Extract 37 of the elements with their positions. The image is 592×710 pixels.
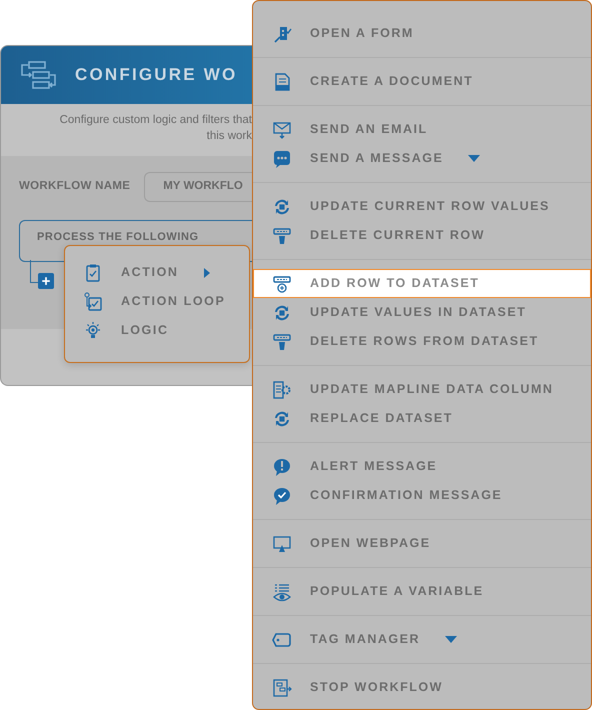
menu-item[interactable]: OPEN A FORM [253,19,591,48]
menu-item[interactable]: ADD ROW TO DATASET [253,269,591,298]
menu-item[interactable]: STOP WORKFLOW [253,673,591,702]
panel-description: Configure custom logic and filters that this work [58,113,252,144]
menu-item[interactable]: POPULATE A VARIABLE [253,577,591,606]
table-plus-icon [272,274,292,294]
menu-item[interactable]: CREATE A DOCUMENT [253,67,591,96]
menu-item[interactable]: UPDATE MAPLINE DATA COLUMN [253,375,591,404]
add-button[interactable]: + [38,273,54,289]
check-bubble-icon [272,486,292,506]
menu-item[interactable]: TAG MANAGER [253,625,591,654]
list-eye-icon [272,582,292,602]
loop-check-icon [83,292,103,312]
menu-item[interactable]: DELETE ROWS FROM DATASET [253,327,591,356]
menu-item[interactable]: UPDATE CURRENT ROW VALUES [253,192,591,221]
document-gear-icon [272,380,292,400]
popup-item[interactable]: LOGIC [83,316,249,345]
chat-bubble-icon [272,148,292,168]
workflow-icon [19,60,59,90]
lightbulb-icon [83,320,103,340]
envelope-icon [272,120,292,140]
menu-item[interactable]: REPLACE DATASET [253,404,591,433]
menu-item[interactable]: ALERT MESSAGE [253,452,591,481]
field-label: WORKFLOW NAME [19,179,130,194]
table-trash-icon [272,332,292,352]
menu-item[interactable]: SEND AN EMAIL [253,115,591,144]
popup-item[interactable]: ACTION LOOP [83,287,249,316]
panel-title: CONFIGURE WO [75,64,238,86]
alert-bubble-icon [272,456,292,476]
menu-item[interactable]: UPDATE VALUES IN DATASET [253,298,591,327]
monitor-icon [272,534,292,554]
menu-item[interactable]: OPEN WEBPAGE [253,529,591,558]
menu-item[interactable]: SEND A MESSAGE [253,144,591,173]
table-trash-icon [272,226,292,246]
flowchart-icon [272,678,292,698]
menu-item[interactable]: CONFIRMATION MESSAGE [253,481,591,510]
menu-item[interactable]: DELETE CURRENT ROW [253,221,591,250]
